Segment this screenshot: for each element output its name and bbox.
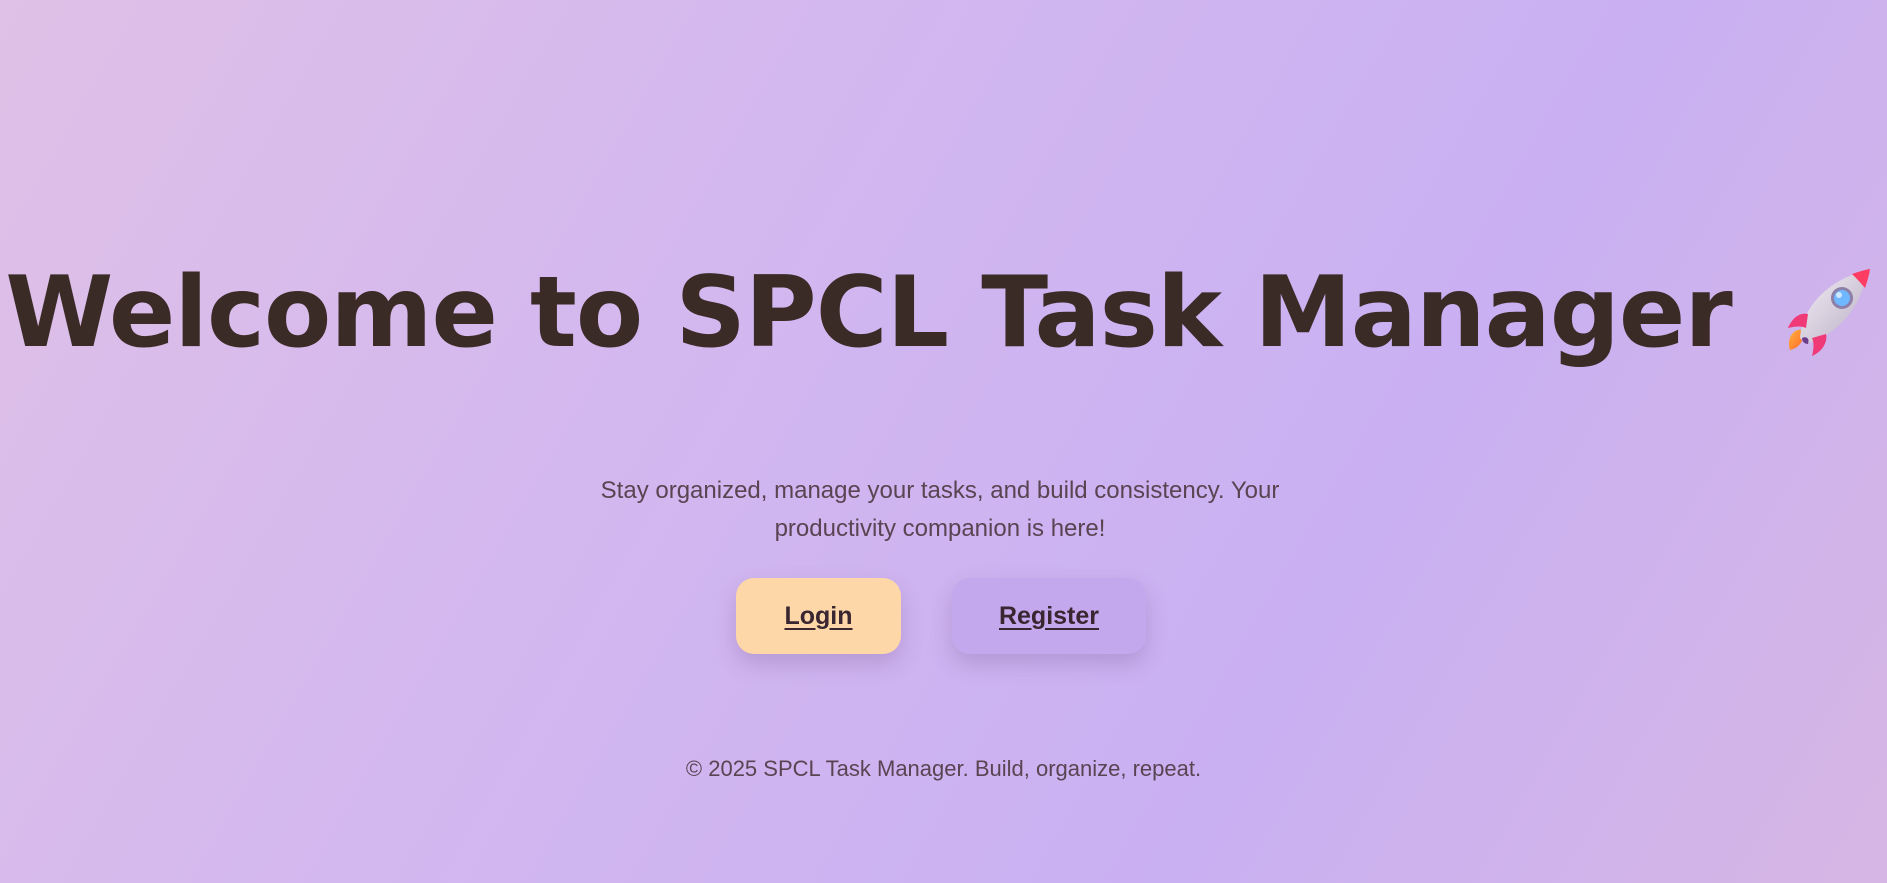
login-button[interactable]: Login [736, 578, 901, 654]
hero-subtitle: Stay organized, manage your tasks, and b… [600, 477, 1280, 542]
page-title: Welcome to SPCL Task Manager [5, 256, 1732, 370]
landing-page: Welcome to SPCL Task Manager Stay organi… [0, 0, 1887, 883]
rocket-icon [1772, 258, 1882, 368]
register-button[interactable]: Register [952, 578, 1146, 654]
hero-header: Welcome to SPCL Task Manager [0, 238, 1887, 388]
footer-copyright: © 2025 SPCL Task Manager. Build, organiz… [685, 756, 1202, 781]
